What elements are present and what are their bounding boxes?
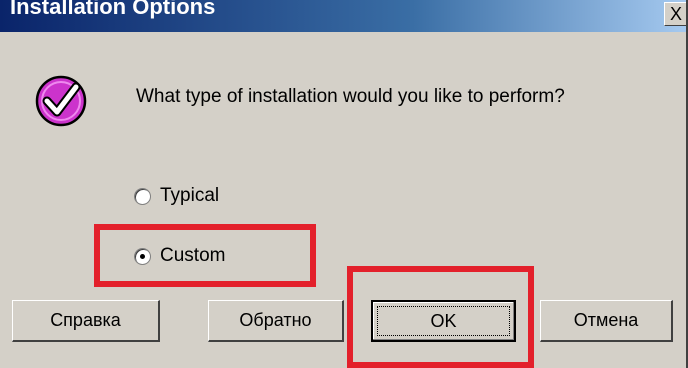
help-button[interactable]: Справка bbox=[12, 300, 160, 342]
typical-option[interactable]: Typical bbox=[134, 184, 219, 208]
typical-radio[interactable] bbox=[134, 187, 151, 205]
title-bar[interactable]: Installation Options X bbox=[0, 0, 686, 32]
ok-highlight-box bbox=[347, 266, 534, 368]
installation-prompt: What type of installation would you like… bbox=[136, 86, 565, 107]
close-icon: X bbox=[669, 4, 682, 24]
cancel-button[interactable]: Отмена bbox=[540, 300, 673, 342]
back-button[interactable]: Обратно bbox=[208, 300, 344, 342]
window-title: Installation Options bbox=[10, 0, 216, 19]
typical-label: Typical bbox=[160, 185, 220, 206]
checkmark-icon bbox=[35, 75, 87, 127]
installation-options-dialog: Installation Options X What type of inst… bbox=[0, 0, 688, 368]
close-button[interactable]: X bbox=[664, 2, 686, 26]
custom-highlight-box bbox=[94, 224, 316, 287]
